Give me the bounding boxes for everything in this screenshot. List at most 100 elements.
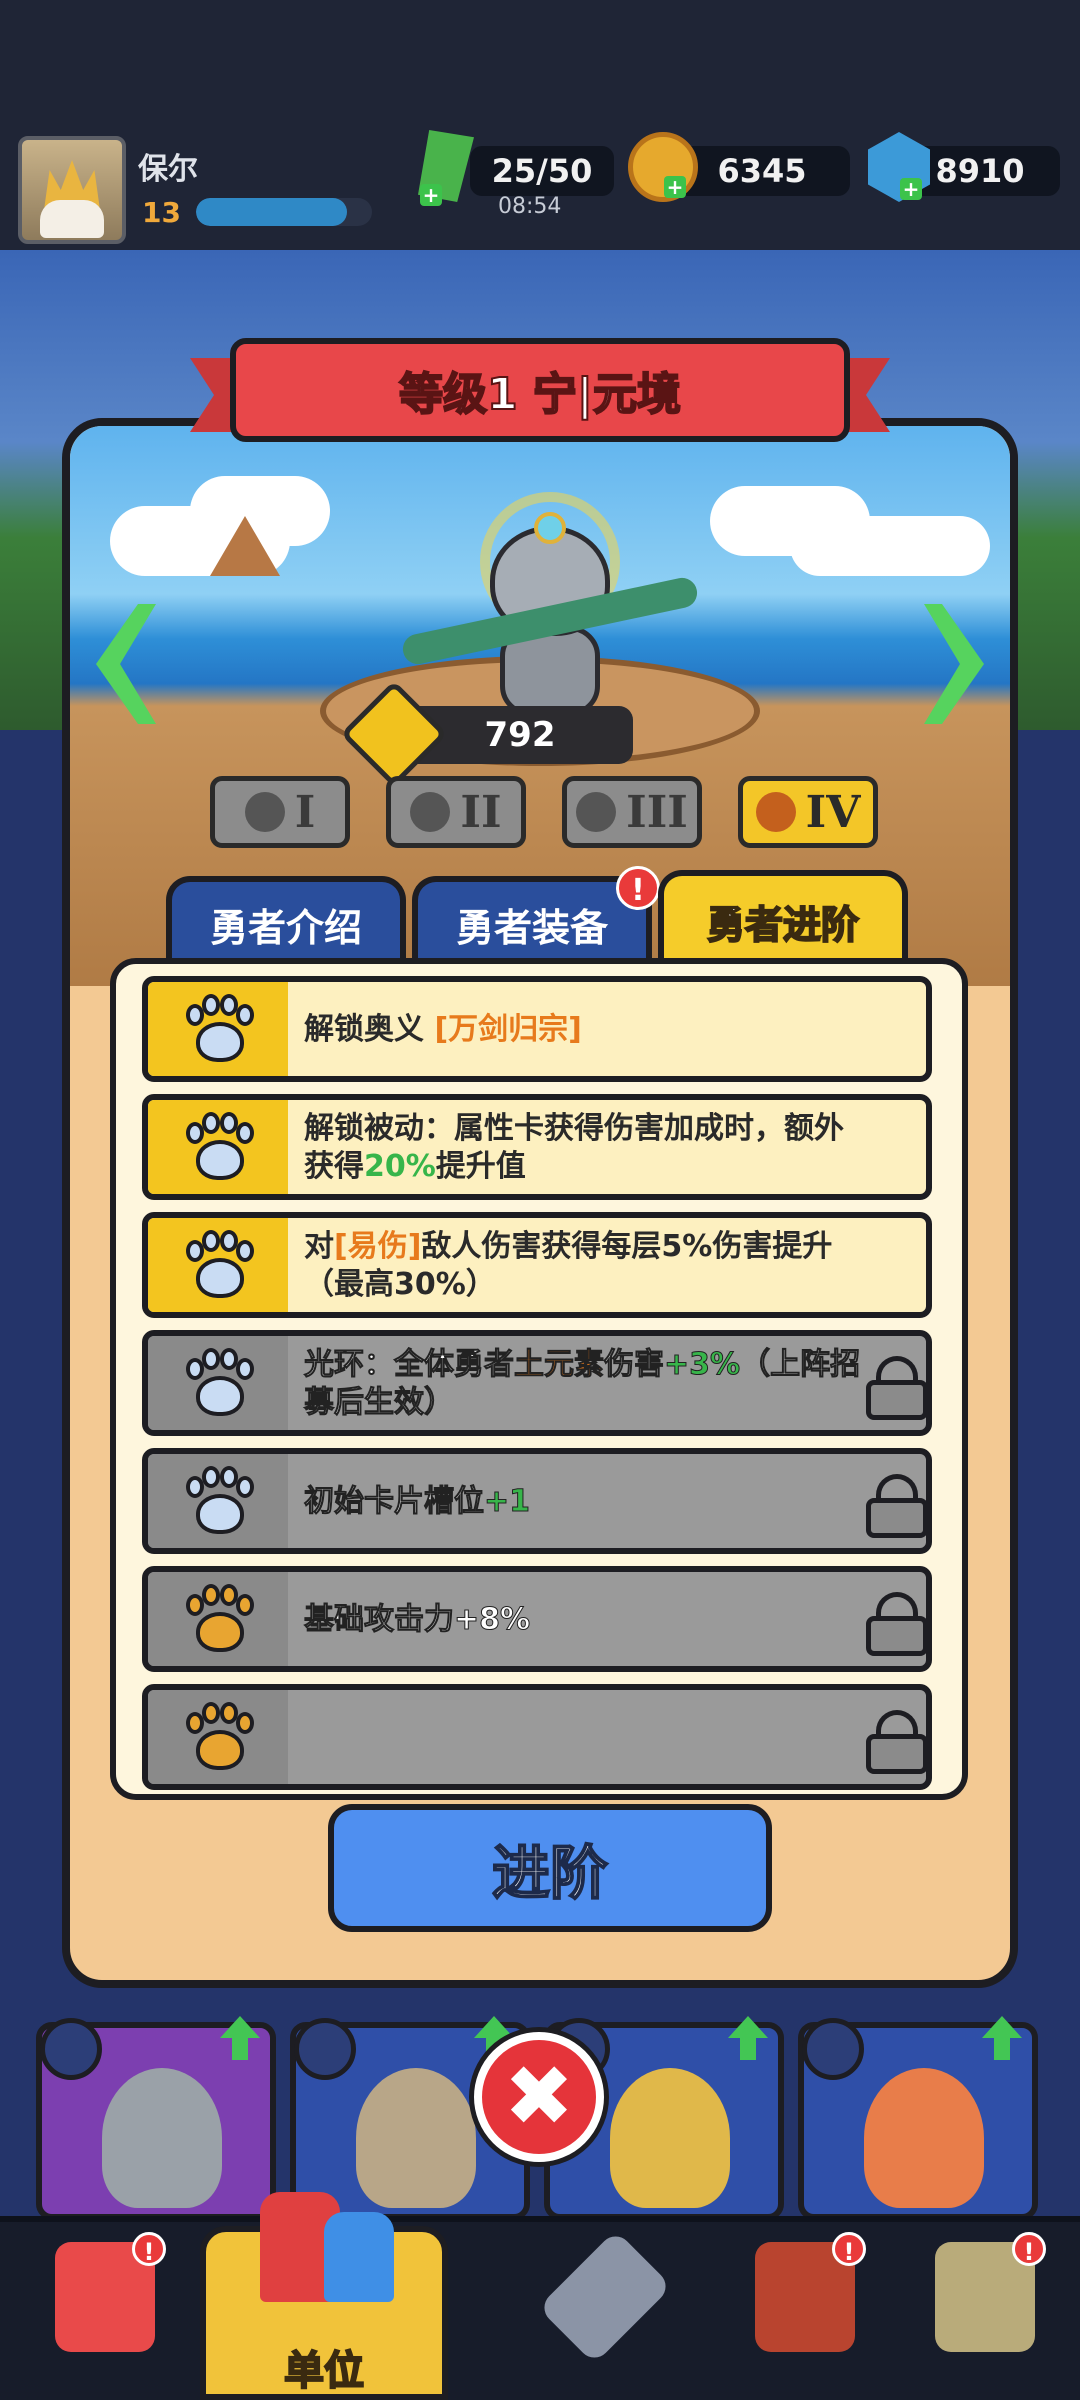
- crossed-swords-icon: [537, 2229, 673, 2365]
- add-gem-icon[interactable]: +: [900, 178, 922, 200]
- perk-description: 解锁奥义 [万剑归宗]: [304, 988, 864, 1072]
- advance-button[interactable]: 进阶: [328, 1804, 772, 1932]
- fire-element-icon: [802, 2018, 864, 2080]
- hero-advance-dialog: 792 I II III IV 勇者介绍 勇者装备 ! 勇者进阶 解锁奥义 [万…: [62, 418, 1018, 1988]
- perk-text: 土元素: [514, 1347, 605, 1383]
- perk-icon-box: [148, 1336, 288, 1430]
- earth-element-icon: [294, 2018, 356, 2080]
- perk-text: 基础攻击力+8%: [303, 1602, 531, 1638]
- perk-text: 伤害: [604, 1347, 665, 1383]
- perk-description: 基础攻击力+8%: [303, 1578, 864, 1662]
- tier-gear-icon: [410, 792, 451, 832]
- player-avatar[interactable]: [18, 136, 126, 244]
- paw-icon: [186, 994, 254, 1064]
- perk-row: 解锁被动：属性卡获得伤害加成时，额外获得20%提升值: [142, 1094, 932, 1200]
- upgrade-arrow-icon: [220, 2016, 260, 2060]
- perk-description: 对[易伤]敌人伤害获得每层5%伤害提升（最高30%）: [304, 1224, 864, 1308]
- avatar-face: [40, 200, 104, 238]
- star-tier-label: II: [460, 786, 502, 838]
- perk-text: +3%: [663, 1347, 741, 1383]
- upgrade-arrow-icon: [982, 2016, 1022, 2060]
- hero-crown-gem-icon: [534, 512, 566, 544]
- add-energy-icon[interactable]: +: [420, 184, 442, 206]
- perk-text: 对: [304, 1229, 334, 1264]
- player-level: 13: [142, 196, 181, 229]
- perk-icon-box: [148, 1218, 288, 1312]
- upgrade-arrow-icon: [728, 2016, 768, 2060]
- nav-map[interactable]: !: [910, 2232, 1060, 2382]
- perk-row: 基础攻击力+8%: [142, 1566, 932, 1672]
- perk-list[interactable]: 解锁奥义 [万剑归宗] 解锁被动：属性卡获得伤害加成时，额外获得20%提升值 对[易…: [110, 958, 968, 1800]
- notification-badge: !: [1012, 2232, 1046, 2266]
- paw-icon: [186, 1348, 254, 1418]
- add-gold-icon[interactable]: +: [664, 176, 686, 198]
- lock-icon: [862, 1468, 926, 1538]
- energy-counter: 25/50: [470, 146, 614, 196]
- paw-icon: [186, 1702, 254, 1772]
- hero-portrait: [610, 2068, 730, 2208]
- nav-units-label: 单位: [283, 2347, 365, 2395]
- perk-description: 初始卡片槽位+1: [304, 1460, 864, 1544]
- blue-cat-icon: [324, 2212, 394, 2302]
- tab-hero-advance[interactable]: 勇者进阶: [658, 870, 908, 966]
- lock-icon: [862, 1704, 926, 1774]
- perk-description: 解锁被动：属性卡获得伤害加成时，额外获得20%提升值: [304, 1106, 864, 1190]
- perk-text: [万剑归宗]: [434, 1012, 582, 1047]
- perk-icon-box: [148, 1100, 288, 1194]
- star-tier-3-button[interactable]: III: [562, 776, 702, 848]
- close-button[interactable]: ✖: [474, 2032, 604, 2162]
- perk-text: 20%: [364, 1149, 436, 1184]
- perk-text: [易伤]: [334, 1229, 422, 1264]
- hero-scene: 792 I II III IV 勇者介绍 勇者装备 ! 勇者进阶: [70, 426, 1010, 986]
- perk-icon-box: [148, 1572, 288, 1666]
- perk-row: 初始卡片槽位+1: [142, 1448, 932, 1554]
- tier-gear-icon: [755, 792, 796, 832]
- paw-icon: [186, 1230, 254, 1300]
- dialog-title: 等级1 宁|元境: [230, 338, 850, 442]
- xp-bar-fill: [196, 198, 348, 226]
- hero-card[interactable]: [798, 2016, 1038, 2220]
- notification-badge: !: [132, 2232, 166, 2266]
- cloud: [710, 486, 870, 556]
- perk-icon-box: [148, 1454, 288, 1548]
- notification-badge: !: [832, 2232, 866, 2266]
- xp-bar: [196, 198, 372, 226]
- power-value: 792: [484, 715, 556, 755]
- hero-portrait: [356, 2068, 476, 2208]
- star-tier-1-button[interactable]: I: [210, 776, 350, 848]
- star-tier-label: IV: [805, 786, 861, 838]
- hero-card[interactable]: [36, 2016, 276, 2220]
- gold-coin-icon[interactable]: [628, 132, 698, 202]
- nav-battle[interactable]: [530, 2229, 680, 2382]
- perk-text: 提升值: [435, 1149, 526, 1184]
- gold-counter: 6345: [674, 146, 850, 196]
- paw-icon: [186, 1466, 254, 1536]
- paw-icon: [186, 1584, 254, 1654]
- star-tier-2-button[interactable]: II: [386, 776, 526, 848]
- notification-badge: !: [616, 866, 660, 910]
- perk-text: +1: [483, 1484, 531, 1520]
- perk-text: 初始卡片槽位: [304, 1484, 485, 1520]
- star-tier-label: I: [294, 786, 316, 838]
- cloud: [190, 476, 330, 546]
- paw-icon: [186, 1112, 254, 1182]
- tier-gear-icon: [576, 792, 617, 832]
- perk-icon-box: [148, 982, 288, 1076]
- perk-text: 解锁奥义: [304, 1012, 435, 1047]
- nav-ship[interactable]: !: [730, 2232, 880, 2382]
- nav-home[interactable]: !: [30, 2232, 180, 2382]
- title-banner: 等级1 宁|元境: [190, 334, 890, 454]
- hero-portrait: [102, 2068, 222, 2208]
- tab-hero-intro[interactable]: 勇者介绍: [166, 876, 406, 966]
- perk-row: 对[易伤]敌人伤害获得每层5%伤害提升（最高30%）: [142, 1212, 932, 1318]
- perk-text: 光环：全体勇者: [304, 1347, 515, 1383]
- lock-icon: [862, 1350, 926, 1420]
- perk-row: 解锁奥义 [万剑归宗]: [142, 976, 932, 1082]
- perk-description: 光环：全体勇者土元素伤害+3%（上阵招募后生效）: [303, 1342, 864, 1426]
- perk-row: [142, 1684, 932, 1790]
- player-name: 保尔: [138, 152, 198, 187]
- energy-timer: 08:54: [498, 194, 562, 219]
- tier-gear-icon: [244, 792, 285, 832]
- star-tier-4-button[interactable]: IV: [738, 776, 878, 848]
- wind-element-icon: [40, 2018, 102, 2080]
